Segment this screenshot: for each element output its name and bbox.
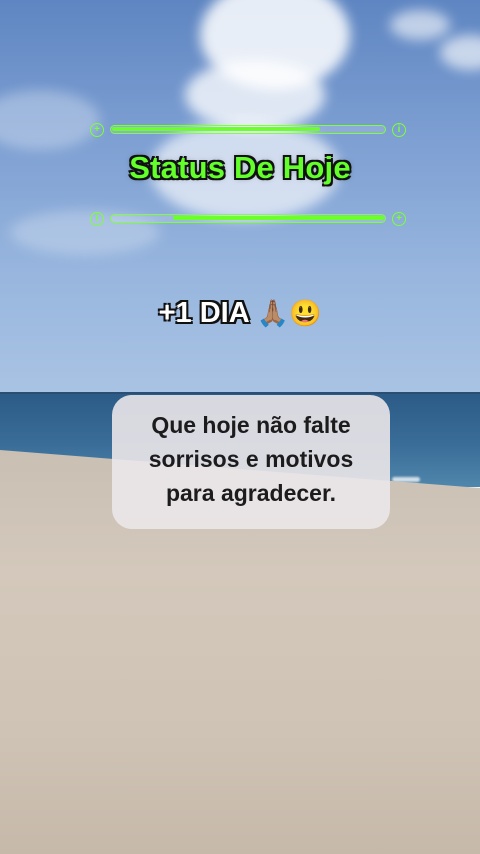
message-text: Que hoje não falte sorrisos e motivos pa… — [112, 395, 390, 510]
praying-hands-icon: 🙏🏽 — [256, 298, 290, 328]
plus-circle-icon: + — [392, 212, 406, 226]
smiley-face-icon: 😃 — [289, 298, 322, 328]
status-bar-fill — [173, 216, 384, 220]
status-bar-top: + i — [88, 122, 408, 138]
horizon-line — [0, 392, 480, 394]
status-bar-track — [110, 125, 386, 134]
status-bar-bottom: i + — [88, 211, 408, 227]
wave-foam — [392, 477, 420, 482]
message-line: sorrisos e motivos — [148, 446, 354, 472]
cloud — [390, 10, 450, 40]
message-card: Que hoje não falte sorrisos e motivos pa… — [112, 395, 390, 529]
status-title: Status De Hoje — [129, 150, 351, 185]
message-line: para agradecer. — [165, 480, 337, 506]
status-bar-fill — [112, 127, 320, 131]
info-circle-icon: i — [90, 212, 104, 226]
plus-circle-icon: + — [90, 123, 104, 137]
message-line: Que hoje não falte — [151, 412, 351, 438]
status-bar-track — [110, 214, 386, 223]
day-counter: +1 DIA 🙏🏽😃 — [0, 297, 480, 330]
day-label: +1 DIA — [158, 297, 249, 329]
info-circle-icon: i — [392, 123, 406, 137]
